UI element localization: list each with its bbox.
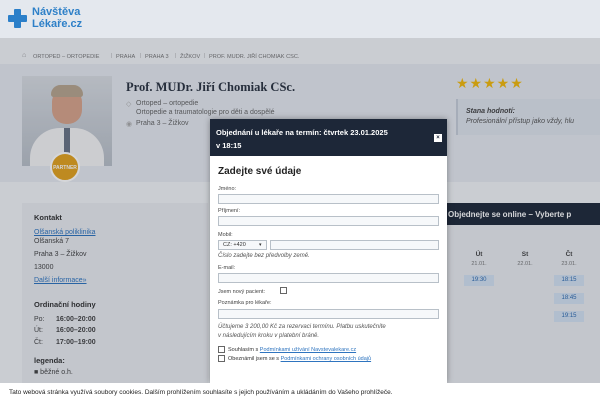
logo-line1: Návštěva — [32, 6, 81, 18]
email-label: E-mail: — [218, 265, 236, 271]
first-name-label: Jméno: — [218, 186, 237, 192]
price-info-2: v následujícím kroku v platební bráně. — [218, 333, 320, 339]
email-input[interactable] — [218, 273, 439, 283]
new-patient-label: Jsem nový pacient: — [218, 289, 266, 295]
last-name-label: Příjmení: — [218, 208, 241, 214]
country-code-select[interactable]: CZ: +420 ▾ — [218, 240, 267, 250]
cookie-bar: Tato webová stránka využívá soubory cook… — [0, 383, 600, 400]
privacy-label: Obeznámil jsem se s Podmínkami ochrany o… — [228, 356, 372, 362]
privacy-link[interactable]: Podmínkami ochrany osobních údajů — [281, 356, 372, 362]
phone-input[interactable] — [270, 240, 439, 250]
note-label: Poznámka pro lékaře: — [218, 300, 272, 306]
phone-hint: Číslo zadejte bez předvolby země. — [218, 253, 310, 259]
close-icon[interactable]: × — [434, 134, 442, 142]
phone-label: Mobil: — [218, 232, 233, 238]
booking-modal: Objednání u lékaře na termín: čtvrtek 23… — [210, 119, 447, 383]
logo-cross-icon[interactable] — [8, 9, 27, 28]
form-title: Zadejte své údaje — [218, 166, 302, 177]
first-name-input[interactable] — [218, 194, 439, 204]
modal-header: Objednání u lékaře na termín: čtvrtek 23… — [210, 119, 447, 156]
logo-line2: Lékaře.cz — [32, 18, 83, 30]
privacy-checkbox[interactable] — [218, 355, 225, 362]
modal-title: Objednání u lékaře na termín: čtvrtek 23… — [216, 128, 388, 137]
terms-label: Souhlasím s Podmínkami užívání Navsteval… — [228, 347, 357, 353]
last-name-input[interactable] — [218, 216, 439, 226]
terms-link[interactable]: Podmínkami užívání Navstevalekare.cz — [260, 347, 356, 353]
cookie-text: Tato webová stránka využívá soubory cook… — [9, 389, 393, 396]
chevron-down-icon: ▾ — [259, 242, 262, 248]
price-info: Účtujeme 3 200,00 Kč za rezervaci termín… — [218, 324, 386, 330]
terms-checkbox[interactable] — [218, 346, 225, 353]
note-input[interactable] — [218, 309, 439, 319]
new-patient-checkbox[interactable] — [280, 287, 287, 294]
modal-title-time: v 18:15 — [216, 141, 242, 150]
site-logo[interactable]: Návštěva Lékaře.cz — [32, 6, 82, 30]
site-header: Návštěva Lékaře.cz — [0, 0, 600, 38]
